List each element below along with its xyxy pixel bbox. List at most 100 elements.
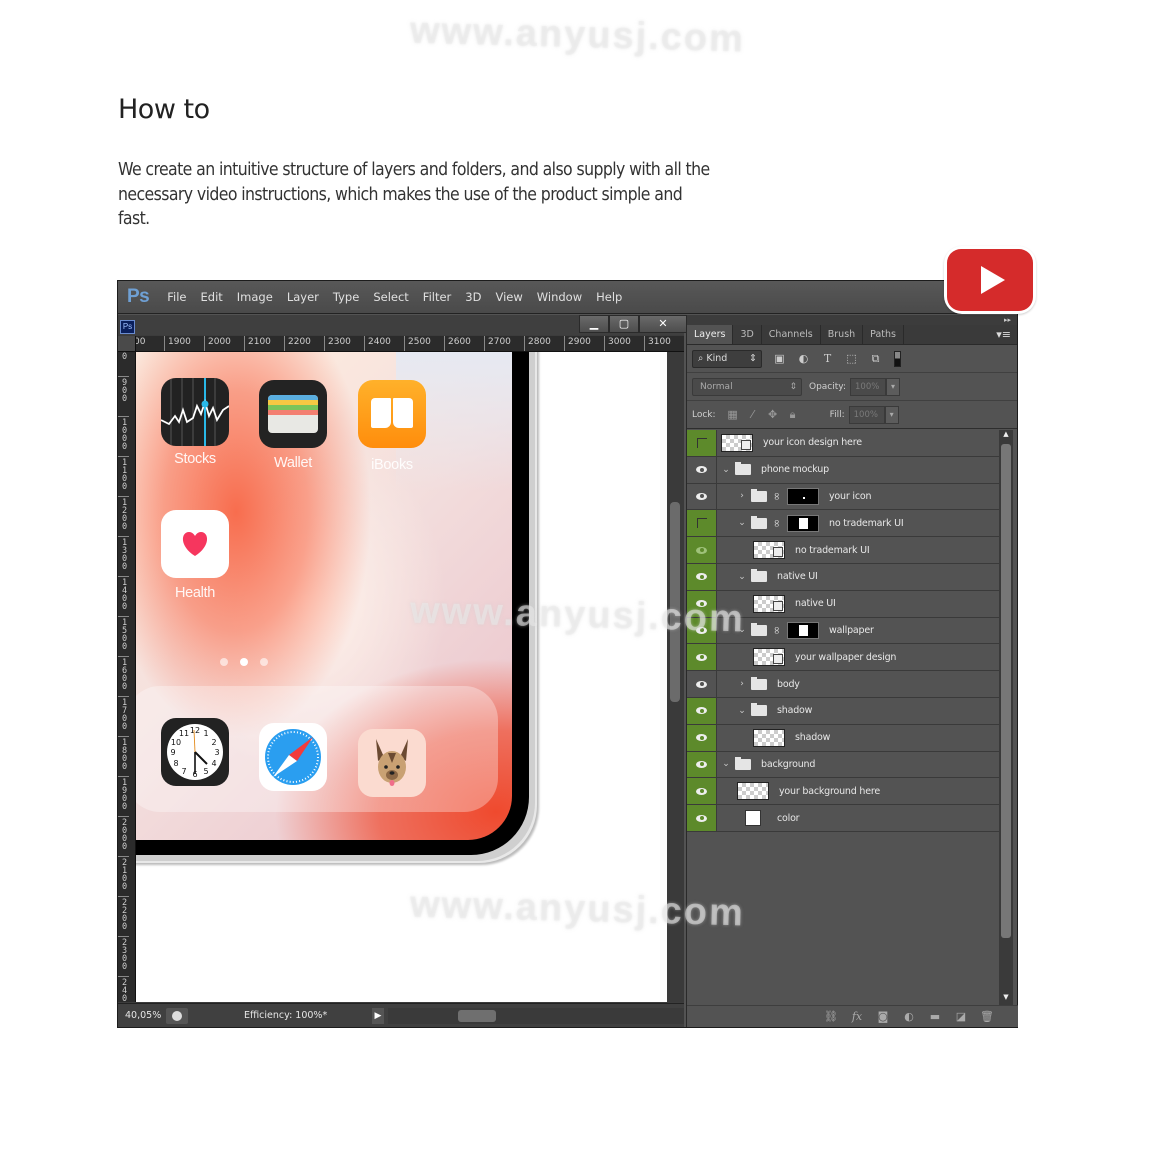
link-layers-icon[interactable]: ⛓ xyxy=(818,1010,844,1023)
fx-icon[interactable]: fx xyxy=(844,1010,870,1023)
layer-row[interactable]: no trademark UI xyxy=(687,537,999,564)
scroll-thumb[interactable] xyxy=(670,502,680,702)
layer-row[interactable]: › body xyxy=(687,671,999,698)
visibility-toggle[interactable] xyxy=(687,590,717,617)
chevron-right-icon[interactable]: › xyxy=(737,491,747,501)
chevron-down-icon[interactable]: ⌄ xyxy=(737,572,747,582)
layer-row[interactable]: › ∞ your icon xyxy=(687,483,999,511)
scroll-thumb[interactable] xyxy=(458,1009,496,1022)
visibility-toggle[interactable] xyxy=(687,697,717,724)
layer-row[interactable]: shadow xyxy=(687,724,999,752)
fill-dropdown-icon[interactable]: ▾ xyxy=(884,405,899,424)
menu-3d[interactable]: 3D xyxy=(465,290,481,304)
chevron-down-icon[interactable]: ⌄ xyxy=(737,518,747,528)
scroll-thumb[interactable] xyxy=(1001,444,1011,938)
visibility-toggle[interactable] xyxy=(687,644,717,671)
chevron-down-icon[interactable]: ⌄ xyxy=(737,706,747,716)
layer-row[interactable]: ⌄ phone mockup xyxy=(687,456,999,484)
mask-link-icon[interactable]: ∞ xyxy=(771,490,784,502)
status-menu-arrow-icon[interactable]: ▶ xyxy=(372,1007,384,1024)
layer-mask-thumbnail[interactable] xyxy=(787,621,819,639)
adjustment-layer-icon[interactable]: ◐ xyxy=(896,1010,922,1023)
chevron-down-icon[interactable]: ⌄ xyxy=(721,465,731,475)
lock-pixels-brush-icon[interactable]: ⁄ xyxy=(746,408,760,421)
horizontal-ruler[interactable]: 00 1900 2000 2100 2200 2300 2400 2500 2600 2700 28… xyxy=(136,336,684,352)
layers-scrollbar[interactable]: ▲ ▼ xyxy=(999,430,1013,1005)
visibility-toggle[interactable] xyxy=(687,456,717,483)
new-layer-icon[interactable]: ◪ xyxy=(948,1010,974,1023)
visibility-toggle[interactable] xyxy=(687,563,717,590)
chevron-right-icon[interactable]: › xyxy=(737,679,747,689)
menu-type[interactable]: Type xyxy=(333,290,359,304)
layer-row[interactable]: your wallpaper design xyxy=(687,644,999,672)
layer-row[interactable]: ⌄ shadow xyxy=(687,697,999,725)
vertical-ruler[interactable]: 0 900 1000 1100 1200 1300 1400 1500 1600 1700 1800… xyxy=(118,352,136,1002)
tab-brush[interactable]: Brush xyxy=(821,325,864,344)
visibility-toggle[interactable] xyxy=(687,671,717,697)
tab-3d[interactable]: 3D xyxy=(733,325,762,344)
tab-paths[interactable]: Paths xyxy=(863,325,904,344)
visibility-toggle[interactable] xyxy=(687,510,717,537)
maximize-button[interactable]: ▢ xyxy=(609,315,639,333)
document-vertical-scrollbar[interactable] xyxy=(667,352,684,1002)
layer-row[interactable]: your background here xyxy=(687,778,999,806)
menu-file[interactable]: File xyxy=(167,290,186,304)
filter-kind-select[interactable]: ⌕ Kind ⇕ xyxy=(692,349,762,368)
smart-object-filter-icon[interactable]: ⧉ xyxy=(869,352,882,365)
menu-view[interactable]: View xyxy=(495,290,522,304)
adjustment-filter-icon[interactable]: ◐ xyxy=(797,352,810,365)
menu-layer[interactable]: Layer xyxy=(287,290,319,304)
doc-info-icon[interactable] xyxy=(166,1007,188,1024)
visibility-toggle[interactable] xyxy=(687,805,717,831)
delete-icon[interactable]: 🗑︎ xyxy=(974,1010,1000,1023)
collapse-panel-icon[interactable]: ▸▸ xyxy=(687,315,1017,325)
document-horizontal-scrollbar[interactable] xyxy=(388,1007,684,1024)
close-button[interactable]: ✕ xyxy=(639,315,687,333)
menu-help[interactable]: Help xyxy=(596,290,622,304)
scroll-up-icon[interactable]: ▲ xyxy=(999,430,1013,442)
minimize-button[interactable]: ▁ xyxy=(579,315,609,333)
visibility-toggle[interactable] xyxy=(687,483,717,510)
shape-filter-icon[interactable]: ⬚ xyxy=(845,352,858,365)
menu-window[interactable]: Window xyxy=(537,290,582,304)
menu-edit[interactable]: Edit xyxy=(201,290,223,304)
layer-row[interactable]: native UI xyxy=(687,590,999,618)
lock-transparent-icon[interactable]: ▦ xyxy=(726,408,740,421)
layer-row[interactable]: ⌄ native UI xyxy=(687,563,999,591)
new-group-icon[interactable]: ▬ xyxy=(922,1010,948,1023)
menu-image[interactable]: Image xyxy=(237,290,273,304)
document-canvas[interactable]: ers Stocks xyxy=(136,352,667,1002)
layer-row[interactable]: ⌄ ∞ no trademark UI xyxy=(687,510,999,538)
visibility-toggle[interactable] xyxy=(687,724,717,751)
filter-toggle[interactable] xyxy=(894,350,901,367)
lock-position-icon[interactable]: ✥ xyxy=(766,408,780,421)
menu-filter[interactable]: Filter xyxy=(423,290,451,304)
layer-row[interactable]: ⌄ background xyxy=(687,751,999,779)
add-mask-icon[interactable]: ◙ xyxy=(870,1010,896,1023)
layer-mask-thumbnail[interactable] xyxy=(787,487,819,505)
tab-channels[interactable]: Channels xyxy=(762,325,821,344)
chevron-down-icon[interactable]: ⌄ xyxy=(721,759,731,769)
visibility-toggle[interactable] xyxy=(687,537,717,563)
panel-menu-icon[interactable]: ▾≡ xyxy=(996,328,1011,341)
tab-layers[interactable]: Layers xyxy=(687,325,734,344)
visibility-toggle[interactable] xyxy=(687,751,717,778)
lock-all-icon[interactable]: 🔒︎ xyxy=(786,408,800,422)
type-filter-icon[interactable]: T xyxy=(821,352,834,365)
menu-select[interactable]: Select xyxy=(373,290,408,304)
mask-link-icon[interactable]: ∞ xyxy=(771,624,784,636)
pixel-filter-icon[interactable]: ▣ xyxy=(773,352,786,365)
opacity-dropdown-icon[interactable]: ▾ xyxy=(886,377,900,396)
layer-row[interactable]: your icon design here xyxy=(687,430,999,457)
visibility-toggle[interactable] xyxy=(687,617,717,644)
blend-mode-select[interactable]: Normal ⇕ xyxy=(692,377,802,396)
opacity-input[interactable]: 100% xyxy=(850,377,886,396)
fill-input[interactable]: 100% xyxy=(848,405,885,424)
visibility-toggle[interactable] xyxy=(687,430,717,456)
mask-link-icon[interactable]: ∞ xyxy=(771,517,784,529)
layer-row[interactable]: ⌄ ∞ wallpaper xyxy=(687,617,999,645)
chevron-down-icon[interactable]: ⌄ xyxy=(737,625,747,635)
zoom-level[interactable]: 40,05% xyxy=(118,1010,166,1021)
layer-mask-thumbnail[interactable] xyxy=(787,514,819,532)
visibility-toggle[interactable] xyxy=(687,778,717,805)
